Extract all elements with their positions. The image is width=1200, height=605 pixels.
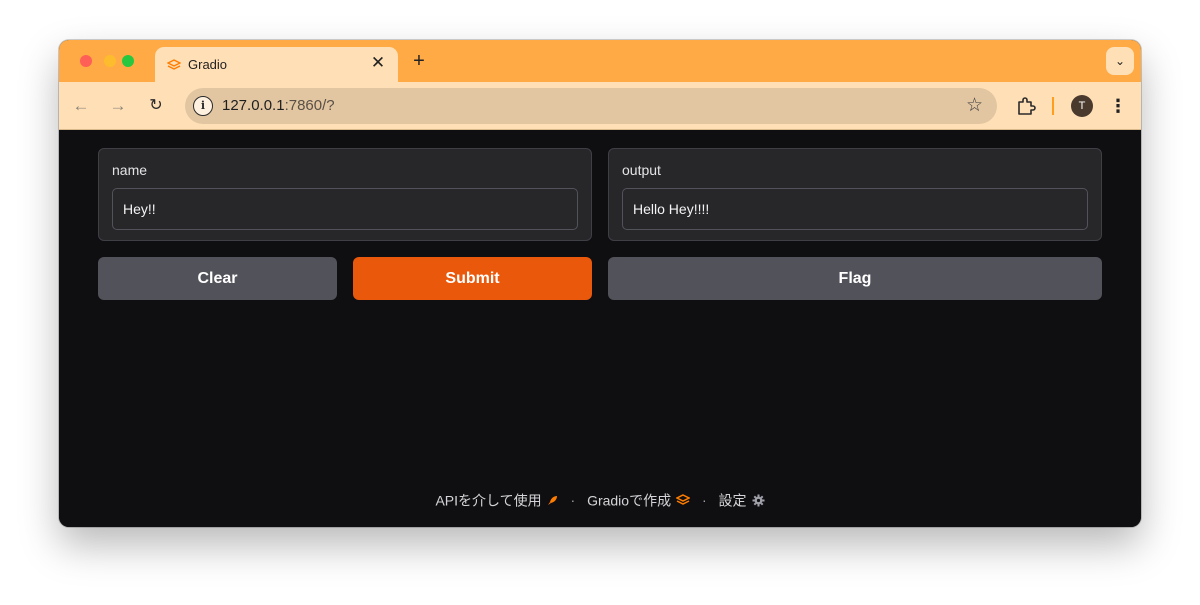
tab-strip: Gradio ✕ + ⌄	[59, 40, 1141, 82]
forward-arrow-icon[interactable]: →	[106, 94, 130, 118]
footer: APIを介して使用 · Gradioで作成 · 設定	[59, 490, 1141, 510]
toolbar-divider	[1052, 97, 1054, 115]
chevron-down-icon[interactable]: ⌄	[1106, 47, 1134, 75]
new-tab-icon[interactable]: +	[408, 50, 430, 72]
name-input-panel: name	[98, 148, 592, 241]
api-link[interactable]: APIを介して使用	[435, 491, 558, 508]
name-input[interactable]	[112, 188, 578, 230]
output-panel: output	[608, 148, 1102, 241]
output-label: output	[622, 162, 661, 178]
profile-avatar[interactable]: T	[1071, 95, 1093, 117]
gradio-logo-icon	[676, 494, 691, 505]
gradio-logo-icon	[167, 59, 181, 70]
settings-label: 設定	[718, 492, 747, 508]
url-host: 127.0.0.1	[222, 97, 285, 114]
minimize-window-button[interactable]	[104, 55, 116, 67]
extensions-puzzle-icon[interactable]	[1015, 95, 1037, 117]
bookmark-star-icon[interactable]: ☆	[966, 94, 983, 118]
name-label: name	[112, 162, 148, 178]
output-field[interactable]	[622, 188, 1088, 230]
built-with-label: Gradioで作成	[587, 492, 672, 508]
settings-link[interactable]: 設定	[718, 491, 765, 508]
flag-button[interactable]: Flag	[608, 257, 1102, 300]
tab-close-icon[interactable]: ✕	[368, 53, 388, 73]
url-text[interactable]: 127.0.0.1:7860/?	[222, 97, 335, 114]
browser-toolbar: ← → ↻ i 127.0.0.1:7860/? ☆ T ⋮	[59, 82, 1141, 130]
footer-separator: ·	[570, 492, 576, 508]
rocket-icon	[547, 496, 557, 505]
back-arrow-icon[interactable]: ←	[69, 94, 93, 118]
gradio-app: name output Clear Submit Flag APIを介して使用 …	[59, 130, 1141, 527]
tab-title: Gradio	[188, 57, 228, 72]
submit-button[interactable]: Submit	[353, 257, 592, 300]
built-with-gradio-link[interactable]: Gradioで作成	[587, 491, 691, 508]
url-path: :7860/?	[284, 97, 335, 114]
maximize-window-button[interactable]	[122, 55, 134, 67]
clear-button[interactable]: Clear	[98, 257, 337, 300]
gear-icon	[752, 494, 765, 506]
more-menu-icon[interactable]: ⋮	[1108, 94, 1128, 118]
reload-icon[interactable]: ↻	[144, 94, 168, 118]
address-bar[interactable]: i 127.0.0.1:7860/? ☆	[185, 88, 997, 124]
site-info-icon[interactable]: i	[193, 96, 213, 116]
browser-tab[interactable]: Gradio ✕	[155, 47, 398, 82]
browser-window: Gradio ✕ + ⌄ ← → ↻ i 127.0.0.1:7860/? ☆ …	[59, 40, 1141, 527]
close-window-button[interactable]	[80, 55, 92, 67]
api-link-label: APIを介して使用	[435, 492, 542, 508]
footer-separator: ·	[701, 492, 707, 508]
